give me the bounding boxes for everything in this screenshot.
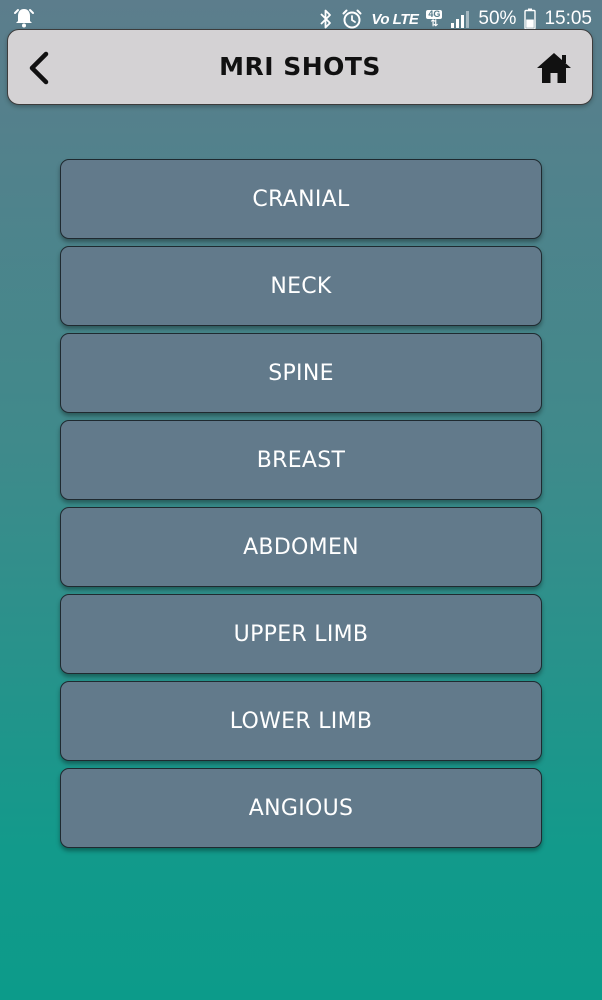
menu-button-label: LOWER LIMB: [229, 708, 373, 734]
menu-button-upper-limb[interactable]: UPPER LIMB: [60, 594, 542, 674]
bluetooth-icon: [319, 8, 333, 30]
alarm-bell-icon: [12, 6, 36, 30]
menu-button-abdomen[interactable]: ABDOMEN: [60, 507, 542, 587]
menu-button-label: CRANIAL: [252, 186, 350, 212]
data-arrows-icon: ⇅: [430, 18, 439, 28]
menu-button-label: SPINE: [268, 360, 334, 386]
menu-button-label: NECK: [270, 273, 332, 299]
signal-icon: [450, 9, 470, 29]
menu-button-label: UPPER LIMB: [233, 621, 369, 647]
menu-button-label: ABDOMEN: [243, 534, 359, 560]
menu-button-angious[interactable]: ANGIOUS: [60, 768, 542, 848]
menu-button-label: BREAST: [256, 447, 346, 473]
mri-category-menu: CRANIAL NECK SPINE BREAST ABDOMEN UPPER …: [60, 159, 542, 855]
menu-button-lower-limb[interactable]: LOWER LIMB: [60, 681, 542, 761]
menu-button-cranial[interactable]: CRANIAL: [60, 159, 542, 239]
network-label: Vo LTE: [371, 10, 419, 28]
alarm-clock-icon: [341, 8, 363, 30]
home-icon: [537, 53, 571, 83]
home-button[interactable]: [535, 50, 573, 86]
page-title: MRI SHOTS: [219, 52, 381, 81]
app-header: MRI SHOTS: [7, 29, 593, 105]
menu-button-spine[interactable]: SPINE: [60, 333, 542, 413]
clock-time: 15:05: [544, 8, 592, 29]
menu-button-breast[interactable]: BREAST: [60, 420, 542, 500]
menu-button-label: ANGIOUS: [248, 795, 354, 821]
network-badge: 4G ⇅: [426, 10, 443, 28]
battery-icon: [524, 8, 537, 30]
battery-percent: 50%: [478, 8, 517, 29]
menu-button-neck[interactable]: NECK: [60, 246, 542, 326]
